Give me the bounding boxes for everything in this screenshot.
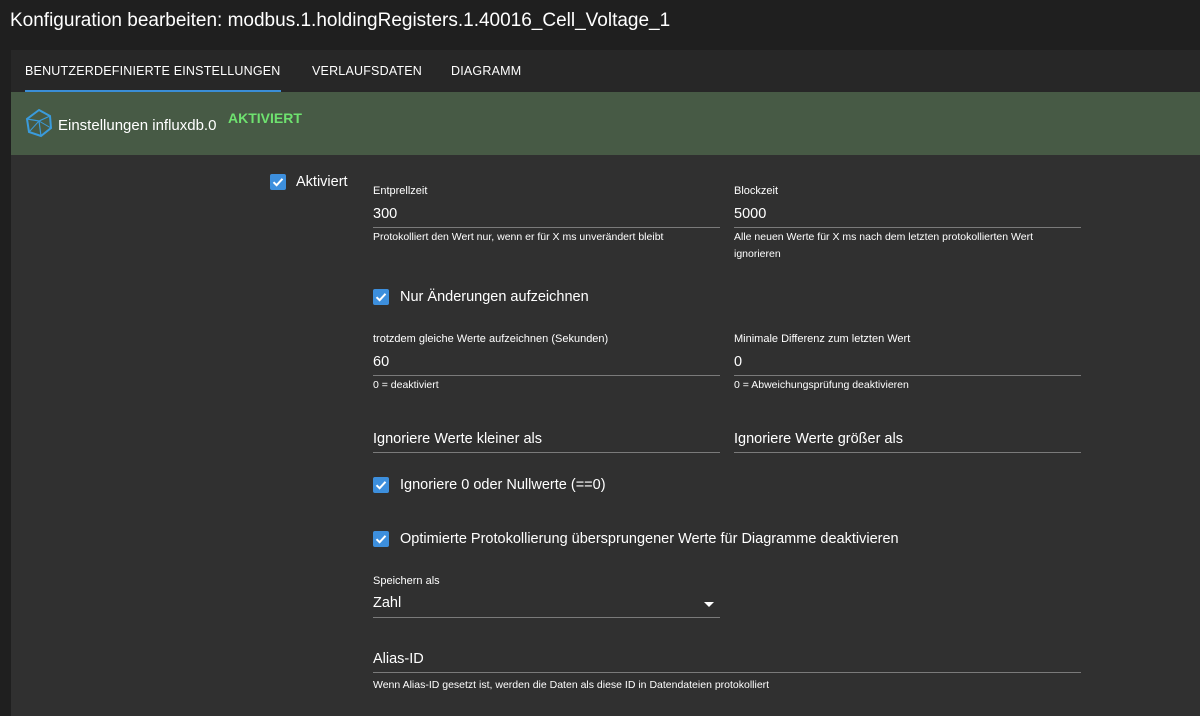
influxdb-icon [25,108,53,138]
debounce-field[interactable] [373,203,720,228]
same-values-input[interactable] [373,351,720,373]
debounce-help: Protokolliert den Wert nur, wenn er für … [373,231,664,243]
adapter-settings-header[interactable]: Einstellungen influxdb.0 AKTIVIERT [11,92,1200,155]
ignore-zero-label: Ignoriere 0 oder Nullwerte (==0) [400,477,606,493]
dialog-panel: BENUTZERDEFINIERTE EINSTELLUNGEN VERLAUF… [11,50,1200,716]
store-as-label: Speichern als [373,575,440,587]
min-diff-help: 0 = Abweichungsprüfung deaktivieren [734,379,909,391]
tab-history-data[interactable]: VERLAUFSDATEN [312,50,422,92]
same-values-help: 0 = deaktiviert [373,379,439,391]
block-time-label: Blockzeit [734,185,779,197]
block-time-input[interactable] [734,203,1081,225]
same-values-field[interactable] [373,351,720,376]
tab-chart[interactable]: DIAGRAMM [451,50,521,92]
store-as-select[interactable]: Zahl [373,593,720,618]
ignore-zero-checkbox[interactable] [373,477,389,493]
same-values-label: trotzdem gleiche Werte aufzeichnen (Seku… [373,333,609,345]
adapter-settings-title: Einstellungen influxdb.0 [58,117,217,134]
min-diff-input[interactable] [734,351,1081,373]
block-time-field[interactable] [734,203,1081,228]
store-as-value: Zahl [373,595,402,611]
enabled-label: Aktiviert [296,174,348,190]
changes-only-label: Nur Änderungen aufzeichnen [400,289,589,305]
ignore-above-input[interactable] [734,428,1081,450]
ignore-below-field[interactable] [373,428,720,453]
dialog-title: Konfiguration bearbeiten: modbus.1.holdi… [10,10,671,31]
block-time-help: Alle neuen Werte für X ms nach dem letzt… [734,231,1034,260]
ignore-above-field[interactable] [734,428,1081,453]
enabled-checkbox[interactable] [270,174,286,190]
chevron-down-icon [704,602,714,607]
alias-id-field[interactable] [373,648,1081,673]
ignore-below-input[interactable] [373,428,720,450]
debounce-input[interactable] [373,203,720,225]
alias-id-input[interactable] [373,648,1081,670]
tab-bar: BENUTZERDEFINIERTE EINSTELLUNGEN VERLAUF… [11,50,1200,92]
alias-id-help: Wenn Alias-ID gesetzt ist, werden die Da… [373,679,770,691]
min-diff-label: Minimale Differenz zum letzten Wert [734,333,911,345]
tab-custom-settings[interactable]: BENUTZERDEFINIERTE EINSTELLUNGEN [25,50,281,92]
min-diff-field[interactable] [734,351,1081,376]
disable-optimized-checkbox[interactable] [373,531,389,547]
disable-optimized-label: Optimierte Protokollierung übersprungene… [400,531,899,547]
debounce-label: Entprellzeit [373,185,428,197]
status-badge: AKTIVIERT [228,110,302,126]
changes-only-checkbox[interactable] [373,289,389,305]
